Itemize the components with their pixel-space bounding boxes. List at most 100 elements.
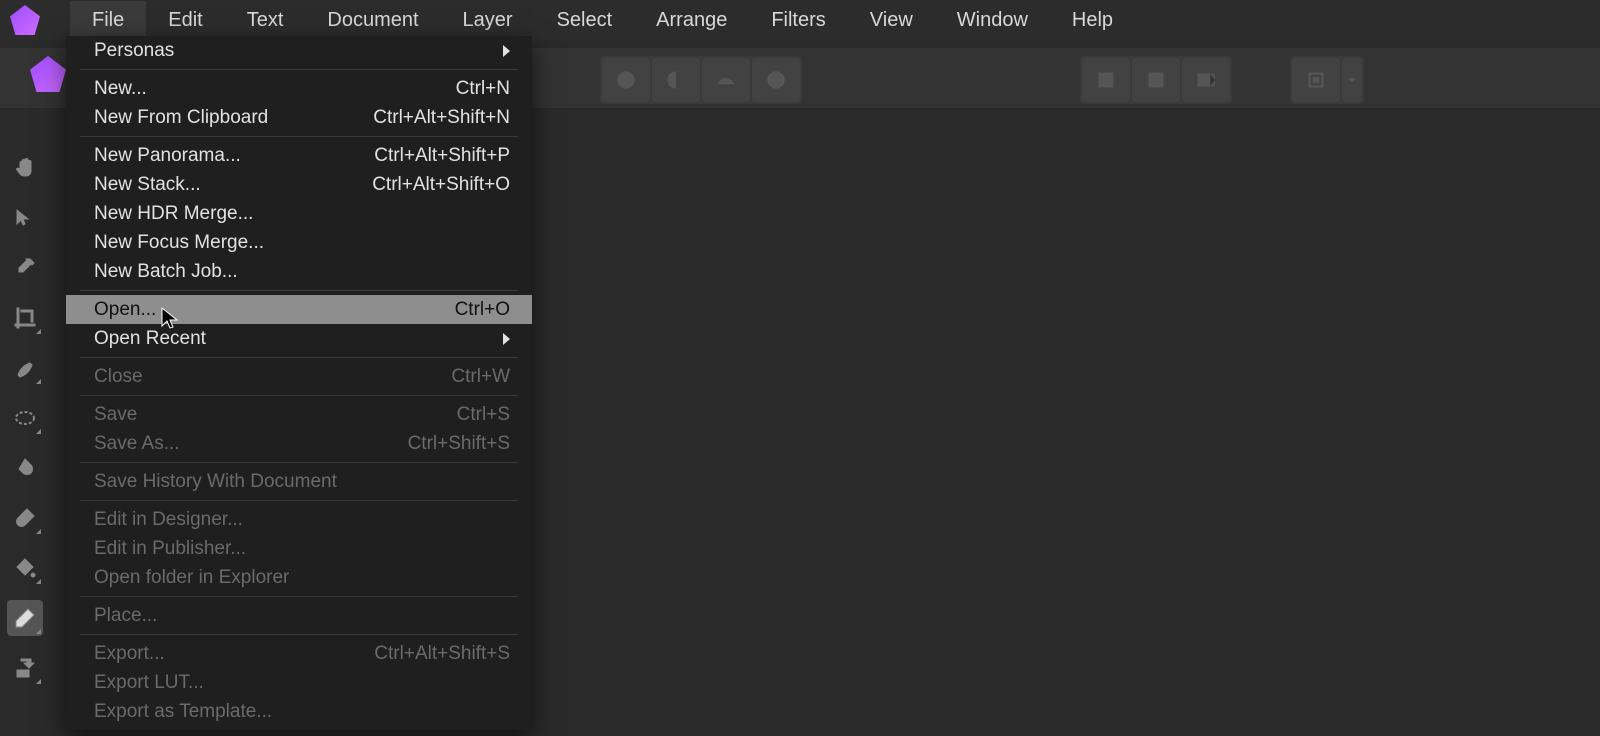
app-logo-icon bbox=[10, 5, 40, 35]
fill-tool-icon[interactable] bbox=[7, 550, 43, 586]
menu-item-label: New From Clipboard bbox=[94, 106, 268, 129]
menu-text[interactable]: Text bbox=[225, 1, 306, 40]
menu-file[interactable]: File bbox=[70, 1, 146, 40]
menu-item-label: New Stack... bbox=[94, 173, 201, 196]
menu-item-shortcut: Ctrl+S bbox=[457, 403, 510, 426]
menu-item-shortcut: Ctrl+Alt+Shift+S bbox=[374, 642, 510, 665]
menubar: FileEditTextDocumentLayerSelectArrangeFi… bbox=[0, 0, 1600, 40]
menu-item-open-recent[interactable]: Open Recent bbox=[66, 324, 532, 353]
hand-tool-icon[interactable] bbox=[7, 150, 43, 186]
toolbar-button[interactable] bbox=[1292, 58, 1340, 102]
menu-item-new[interactable]: New... Ctrl+N bbox=[66, 74, 532, 103]
menu-separator bbox=[80, 136, 518, 137]
menu-item-save-as: Save As... Ctrl+Shift+S bbox=[66, 429, 532, 458]
move-tool-icon[interactable] bbox=[7, 200, 43, 236]
menu-item-label: Open... bbox=[94, 298, 156, 321]
menu-item-new-panorama[interactable]: New Panorama... Ctrl+Alt+Shift+P bbox=[66, 141, 532, 170]
menu-item-label: Export LUT... bbox=[94, 671, 204, 694]
menu-edit[interactable]: Edit bbox=[146, 1, 224, 40]
menu-item-save: Save Ctrl+S bbox=[66, 400, 532, 429]
menu-item-label: Open Recent bbox=[94, 327, 206, 350]
clone-tool-icon[interactable] bbox=[7, 650, 43, 686]
menu-item-label: Edit in Designer... bbox=[94, 508, 243, 531]
menu-item-label: New Panorama... bbox=[94, 144, 241, 167]
menu-item-edit-in-designer: Edit in Designer... bbox=[66, 505, 532, 534]
menu-item-shortcut: Ctrl+O bbox=[455, 298, 510, 321]
toolbar-dropdown-arrow[interactable] bbox=[1342, 58, 1362, 102]
menu-item-export-as-template: Export as Template... bbox=[66, 697, 532, 726]
menu-item-label: Open folder in Explorer bbox=[94, 566, 289, 589]
menu-document[interactable]: Document bbox=[305, 1, 440, 40]
menu-item-label: Edit in Publisher... bbox=[94, 537, 246, 560]
menu-item-label: Personas bbox=[94, 39, 174, 62]
menu-separator bbox=[80, 395, 518, 396]
submenu-arrow-icon bbox=[503, 45, 510, 57]
menu-item-personas[interactable]: Personas bbox=[66, 36, 532, 65]
toolbar-button[interactable] bbox=[1082, 58, 1130, 102]
menu-separator bbox=[80, 596, 518, 597]
flood-select-tool-icon[interactable] bbox=[7, 450, 43, 486]
menu-item-label: Save History With Document bbox=[94, 470, 337, 493]
file-menu-dropdown: Personas New... Ctrl+N New From Clipboard Ct… bbox=[66, 36, 532, 730]
menu-item-export: Export... Ctrl+Alt+Shift+S bbox=[66, 639, 532, 668]
menu-item-save-history-with-document: Save History With Document bbox=[66, 467, 532, 496]
toolbar-group-2 bbox=[1080, 56, 1232, 104]
menu-item-place: Place... bbox=[66, 601, 532, 630]
menu-item-new-from-clipboard[interactable]: New From Clipboard Ctrl+Alt+Shift+N bbox=[66, 103, 532, 132]
menu-separator bbox=[80, 634, 518, 635]
selection-brush-tool-icon[interactable] bbox=[7, 350, 43, 386]
menu-item-shortcut: Ctrl+Alt+Shift+N bbox=[373, 106, 510, 129]
menu-item-close: Close Ctrl+W bbox=[66, 362, 532, 391]
toolbar-button[interactable] bbox=[1132, 58, 1180, 102]
crop-tool-icon[interactable] bbox=[7, 300, 43, 336]
menu-item-edit-in-publisher: Edit in Publisher... bbox=[66, 534, 532, 563]
menu-item-shortcut: Ctrl+N bbox=[456, 77, 510, 100]
menu-item-open-folder-in-explorer: Open folder in Explorer bbox=[66, 563, 532, 592]
menu-filters[interactable]: Filters bbox=[749, 1, 847, 40]
menu-item-open[interactable]: Open... Ctrl+O bbox=[66, 295, 532, 324]
menu-view[interactable]: View bbox=[848, 1, 935, 40]
toolbar-button[interactable] bbox=[602, 58, 650, 102]
menu-item-shortcut: Ctrl+Shift+S bbox=[408, 432, 510, 455]
menu-separator bbox=[80, 462, 518, 463]
persona-photo-icon[interactable] bbox=[30, 56, 66, 92]
menu-separator bbox=[80, 357, 518, 358]
menu-item-label: Save bbox=[94, 403, 137, 426]
menu-separator bbox=[80, 69, 518, 70]
menu-item-shortcut: Ctrl+W bbox=[451, 365, 510, 388]
toolbar-button[interactable] bbox=[702, 58, 750, 102]
menu-item-new-focus-merge[interactable]: New Focus Merge... bbox=[66, 228, 532, 257]
menu-item-label: Place... bbox=[94, 604, 157, 627]
menu-item-label: Export as Template... bbox=[94, 700, 272, 723]
toolbar-button[interactable] bbox=[1182, 58, 1230, 102]
menu-item-shortcut: Ctrl+Alt+Shift+O bbox=[372, 173, 510, 196]
toolbar-group-1 bbox=[600, 56, 802, 104]
toolbar-group-3 bbox=[1290, 56, 1364, 104]
menu-item-new-batch-job[interactable]: New Batch Job... bbox=[66, 257, 532, 286]
toolbar-button[interactable] bbox=[652, 58, 700, 102]
eraser-tool-icon[interactable] bbox=[7, 600, 43, 636]
menu-arrange[interactable]: Arrange bbox=[634, 1, 749, 40]
menu-item-label: New... bbox=[94, 77, 147, 100]
tool-strip bbox=[0, 150, 50, 686]
menu-item-label: New HDR Merge... bbox=[94, 202, 253, 225]
menu-help[interactable]: Help bbox=[1050, 1, 1135, 40]
menu-separator bbox=[80, 290, 518, 291]
menu-item-label: Export... bbox=[94, 642, 165, 665]
marquee-tool-icon[interactable] bbox=[7, 400, 43, 436]
color-picker-tool-icon[interactable] bbox=[7, 250, 43, 286]
menu-layer[interactable]: Layer bbox=[441, 1, 535, 40]
menu-item-label: Close bbox=[94, 365, 143, 388]
menu-item-label: New Focus Merge... bbox=[94, 231, 264, 254]
menu-item-new-stack[interactable]: New Stack... Ctrl+Alt+Shift+O bbox=[66, 170, 532, 199]
menu-window[interactable]: Window bbox=[935, 1, 1050, 40]
paint-brush-tool-icon[interactable] bbox=[7, 500, 43, 536]
menu-item-shortcut: Ctrl+Alt+Shift+P bbox=[374, 144, 510, 167]
submenu-arrow-icon bbox=[503, 333, 510, 345]
menu-item-export-lut: Export LUT... bbox=[66, 668, 532, 697]
menu-item-label: Save As... bbox=[94, 432, 180, 455]
toolbar-button[interactable] bbox=[752, 58, 800, 102]
menu-item-new-hdr-merge[interactable]: New HDR Merge... bbox=[66, 199, 532, 228]
menu-select[interactable]: Select bbox=[535, 1, 635, 40]
menu-item-label: New Batch Job... bbox=[94, 260, 238, 283]
